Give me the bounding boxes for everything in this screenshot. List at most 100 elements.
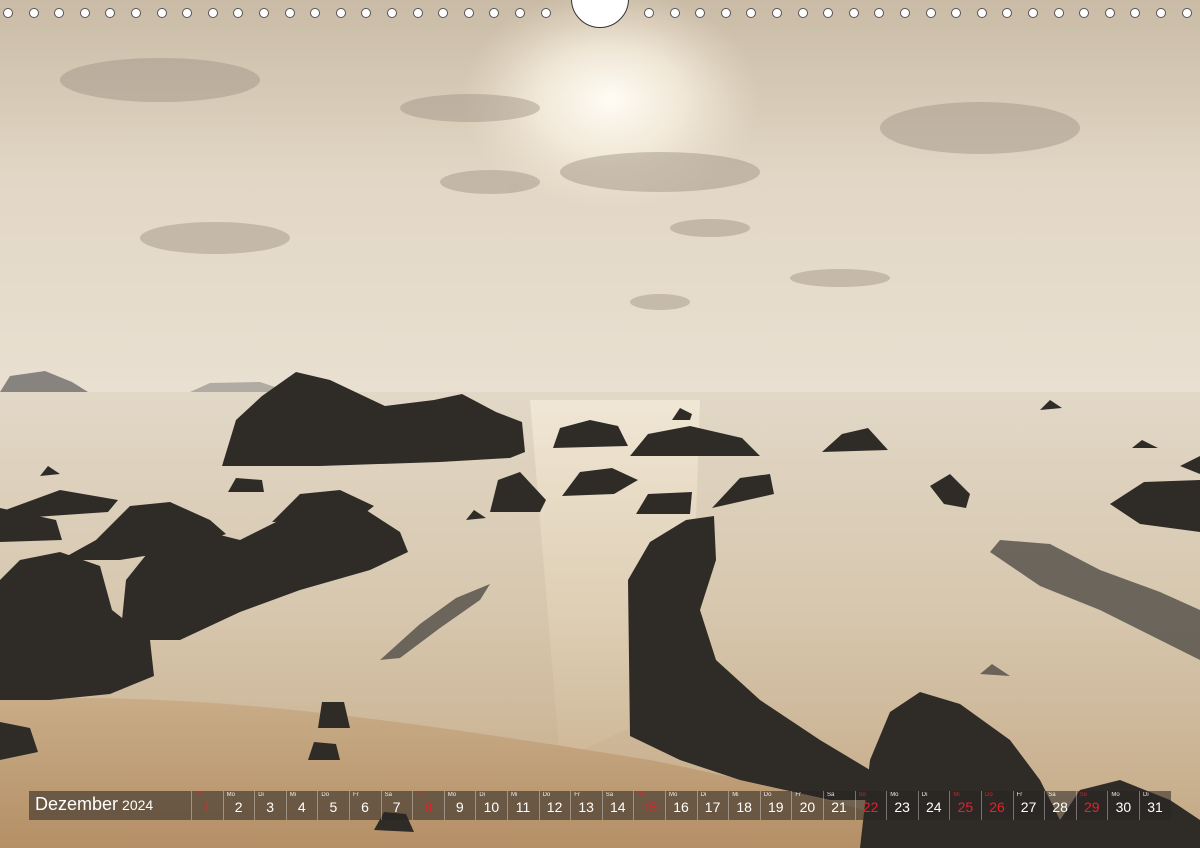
binding-hole [874,8,885,18]
day-cell: Sa 21 [823,791,854,820]
weekday-label: Fr [1016,792,1023,798]
binding-hole [746,8,757,18]
day-cell: Fr 13 [570,791,601,820]
day-number: 29 [1084,799,1100,815]
day-number: 21 [831,799,847,815]
binding-hole [463,8,474,18]
weekday-label: Mi [953,792,960,798]
weekday-label: So [195,792,203,798]
binding-hole [540,8,551,18]
binding-hole [438,8,449,18]
day-cell: Sa 14 [601,791,633,820]
binding-hole [412,8,423,18]
month-title: Dezember 2024 [35,794,153,815]
day-number: 5 [329,799,338,815]
day-cell: Mo 23 [886,791,917,820]
day-cell: So 22 [854,791,886,820]
binding-hole [28,8,39,18]
binding-hole [720,8,731,18]
binding-hole [310,8,321,18]
binding-hole [951,8,962,18]
day-number: 4 [297,799,306,815]
day-cell: Mo 16 [665,791,696,820]
binding-hole [233,8,244,18]
binding-hole [54,8,65,18]
binding-hole [797,8,808,18]
day-cell: Sa 28 [1044,791,1075,820]
binding-hole [1181,8,1192,18]
day-number: 31 [1147,799,1163,815]
day-number: 17 [704,799,721,815]
day-number: 24 [926,799,942,815]
binding-hole [1002,8,1013,18]
day-cell: Mo 2 [222,791,254,820]
binding-hole [1156,8,1166,18]
binding-hole [335,8,346,18]
weekday-label: Di [258,792,264,798]
weekday-label: Mi [732,792,739,798]
day-number: 15 [641,799,658,815]
day-cell: Do 12 [538,791,570,820]
day-cell: Sa 7 [380,791,412,820]
day-number: 12 [546,799,563,815]
binding-hole [207,8,218,18]
month-name: Dezember [35,794,119,814]
weekday-label: Sa [384,792,392,798]
seascape-photo [0,0,1200,848]
binding-hole [1053,8,1064,18]
weekday-label: Mo [226,792,235,798]
day-number: 19 [768,799,784,815]
day-number: 9 [455,799,464,815]
day-cell: Mi 25 [949,791,980,820]
day-cell: Di 31 [1139,791,1170,820]
day-cell: Di 3 [254,791,285,820]
weekday-label: Fr [353,792,359,798]
weekday-label: Fr [574,792,580,798]
binding-hole [284,8,295,18]
weekday-label: Do [542,792,551,798]
weekday-label: Sa [1048,792,1056,798]
day-cell: Mo 9 [443,791,475,820]
day-cell: Fr 6 [349,791,380,820]
binding-hole [823,8,834,18]
calendar-strip: Dezember 2024 So 1 Mo 2 Di 3 Mi 4 Do 5 Fr 6 Sa 7 So 8 Mo 9… [29,791,1171,820]
day-cell: Mi 4 [285,791,317,820]
spiral-binding [0,0,1200,30]
weekday-label: Mo [669,792,678,798]
binding-hole [105,8,116,18]
binding-hole [772,8,782,18]
binding-hole [1028,8,1038,18]
day-cell: Do 26 [981,791,1012,820]
year-label: 2024 [122,797,154,813]
weekday-label: Mi [511,792,518,798]
day-number: 7 [392,799,401,815]
binding-hole [1130,8,1141,18]
day-number: 20 [799,799,816,815]
binding-hole [361,8,372,18]
day-number: 25 [957,799,974,815]
day-cell: Do 5 [317,791,348,820]
day-cell: Do 19 [759,791,791,820]
day-number: 22 [862,799,879,815]
weekday-label: Sa [827,792,835,798]
weekday-label: Di [1143,792,1149,798]
binding-hole [79,8,90,18]
day-number: 10 [483,799,500,815]
day-cell: Di 17 [696,791,728,820]
weekday-label: Sa [605,792,614,798]
day-cell: Di 24 [917,791,949,820]
binding-hole [900,8,910,18]
day-cell: Fr 20 [791,791,822,820]
binding-hole [131,8,141,18]
day-cell: So 8 [412,791,443,820]
day-number: 28 [1052,799,1068,815]
day-cell: Di 10 [475,791,506,820]
day-cell: So 29 [1075,791,1107,820]
day-number: 27 [1020,799,1037,815]
binding-hole [976,8,987,18]
day-number: 18 [736,799,752,815]
day-cell: Fr 27 [1012,791,1044,820]
day-number: 3 [266,799,275,815]
day-cell: Mo 30 [1107,791,1138,820]
day-cell: Mi 18 [728,791,759,820]
